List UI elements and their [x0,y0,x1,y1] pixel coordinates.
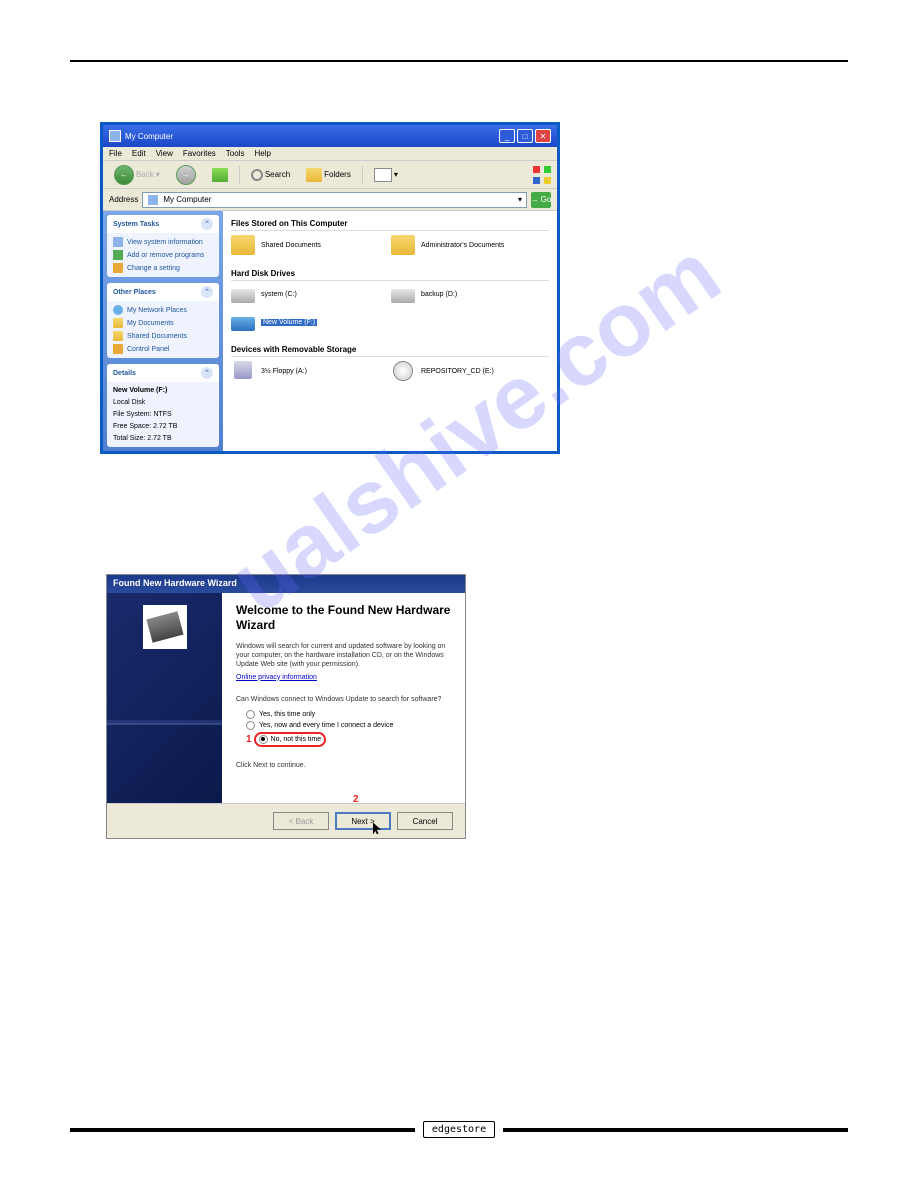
other-places-panel: Other Places ⌃ My Network Places My Docum… [107,283,219,358]
page-footer: edgestore [70,1121,848,1138]
shared-documents-item[interactable]: Shared Documents [231,235,371,255]
hardware-icon [143,605,187,649]
volume-fs: File System: NTFS [113,410,213,419]
minimize-button[interactable]: _ [499,129,515,143]
toolbar: ←Back ▾ → Search Folders ▾ [103,161,557,189]
views-icon [374,168,392,182]
folder-icon [231,235,255,255]
drive-icon [391,289,415,303]
drive-f-item[interactable]: New Volume (F:) [231,313,371,331]
wizard-footer: 2 < Back Next > Cancel [107,803,465,838]
folder-icon [391,235,415,255]
menu-favorites[interactable]: Favorites [183,149,216,158]
up-button[interactable] [207,165,233,185]
menubar: File Edit View Favorites Tools Help [103,147,557,161]
cursor-icon [373,822,381,834]
wizard-question: Can Windows connect to Windows Update to… [236,695,451,704]
menu-view[interactable]: View [156,149,173,158]
menu-file[interactable]: File [109,149,122,158]
volume-total: Total Size: 2.72 TB [113,434,213,443]
menu-help[interactable]: Help [254,149,270,158]
radio-yes-once[interactable]: Yes, this time only [246,710,451,719]
menu-tools[interactable]: Tools [226,149,245,158]
menu-edit[interactable]: Edit [132,149,146,158]
wizard-continue-text: Click Next to continue. [236,761,451,770]
back-button[interactable]: ←Back ▾ [109,162,165,188]
close-button[interactable]: ✕ [535,129,551,143]
xp-flag-icon [533,166,551,184]
annotation-circle: No, not this time [254,732,327,747]
wizard-title: Found New Hardware Wizard [107,575,465,593]
sidebar: System Tasks ⌃ View system information Ad… [103,211,223,451]
address-icon [147,194,159,206]
radio-yes-always[interactable]: Yes, now and every time I connect a devi… [246,721,451,730]
radio-no[interactable] [259,735,268,744]
address-label: Address [109,195,138,204]
details-panel: Details ⌃ New Volume (F:) Local Disk File… [107,364,219,447]
floppy-icon [234,361,252,379]
content-area: Files Stored on This Computer Shared Doc… [223,211,557,451]
volume-type: Local Disk [113,398,213,407]
next-button[interactable]: Next > [335,812,391,830]
add-remove-programs-link[interactable]: Add or remove programs [113,250,213,260]
annotation-1: 1 [246,734,252,745]
privacy-link[interactable]: Online privacy information [236,674,451,681]
address-input[interactable]: My Computer ▾ [142,192,527,208]
go-button[interactable]: → Go [531,192,551,208]
drives-section-title: Hard Disk Drives [231,265,549,281]
maximize-button[interactable]: □ [517,129,533,143]
drive-icon [231,317,255,331]
other-places-title: Other Places [113,289,156,296]
view-system-info-link[interactable]: View system information [113,237,213,247]
change-setting-link[interactable]: Change a setting [113,263,213,273]
collapse-icon[interactable]: ⌃ [201,218,213,230]
forward-button[interactable]: → [171,162,201,188]
hardware-wizard-window: Found New Hardware Wizard Welcome to the… [106,574,466,839]
admin-documents-item[interactable]: Administrator's Documents [391,235,531,255]
mycomputer-window: My Computer _ □ ✕ File Edit View Favorit… [100,122,560,454]
mycomputer-icon [109,130,121,142]
folder-up-icon [212,168,228,182]
window-title: My Computer [125,132,173,141]
collapse-icon[interactable]: ⌃ [201,367,213,379]
devices-section-title: Devices with Removable Storage [231,341,549,357]
folders-button[interactable]: Folders [301,165,356,185]
shared-documents-link[interactable]: Shared Documents [113,331,213,341]
drive-d-item[interactable]: backup (D:) [391,285,531,303]
control-panel-link[interactable]: Control Panel [113,344,213,354]
back-button[interactable]: < Back [273,812,329,830]
details-title: Details [113,370,136,377]
wizard-sidebar-image [107,593,222,803]
system-tasks-panel: System Tasks ⌃ View system information Ad… [107,215,219,277]
floppy-item[interactable]: 3½ Floppy (A:) [231,361,371,381]
search-icon [251,169,263,181]
cd-icon [393,361,413,381]
collapse-icon[interactable]: ⌃ [201,286,213,298]
annotation-2: 2 [353,794,359,805]
system-tasks-title: System Tasks [113,221,159,228]
drive-icon [231,289,255,303]
drive-c-item[interactable]: system (C:) [231,285,371,303]
wizard-heading: Welcome to the Found New Hardware Wizard [236,603,451,632]
cancel-button[interactable]: Cancel [397,812,453,830]
views-button[interactable]: ▾ [369,165,403,185]
volume-free: Free Space: 2.72 TB [113,422,213,431]
footer-logo: edgestore [423,1121,495,1138]
search-button[interactable]: Search [246,166,295,184]
folder-icon [306,168,322,182]
titlebar[interactable]: My Computer _ □ ✕ [103,125,557,147]
volume-name: New Volume (F:) [113,387,167,394]
wizard-description: Windows will search for current and upda… [236,642,451,669]
horizontal-rule [70,60,848,62]
files-section-title: Files Stored on This Computer [231,215,549,231]
my-documents-link[interactable]: My Documents [113,318,213,328]
addressbar: Address My Computer ▾ → Go [103,189,557,211]
cdrom-item[interactable]: REPOSITORY_CD (E:) [391,361,531,381]
network-places-link[interactable]: My Network Places [113,305,213,315]
